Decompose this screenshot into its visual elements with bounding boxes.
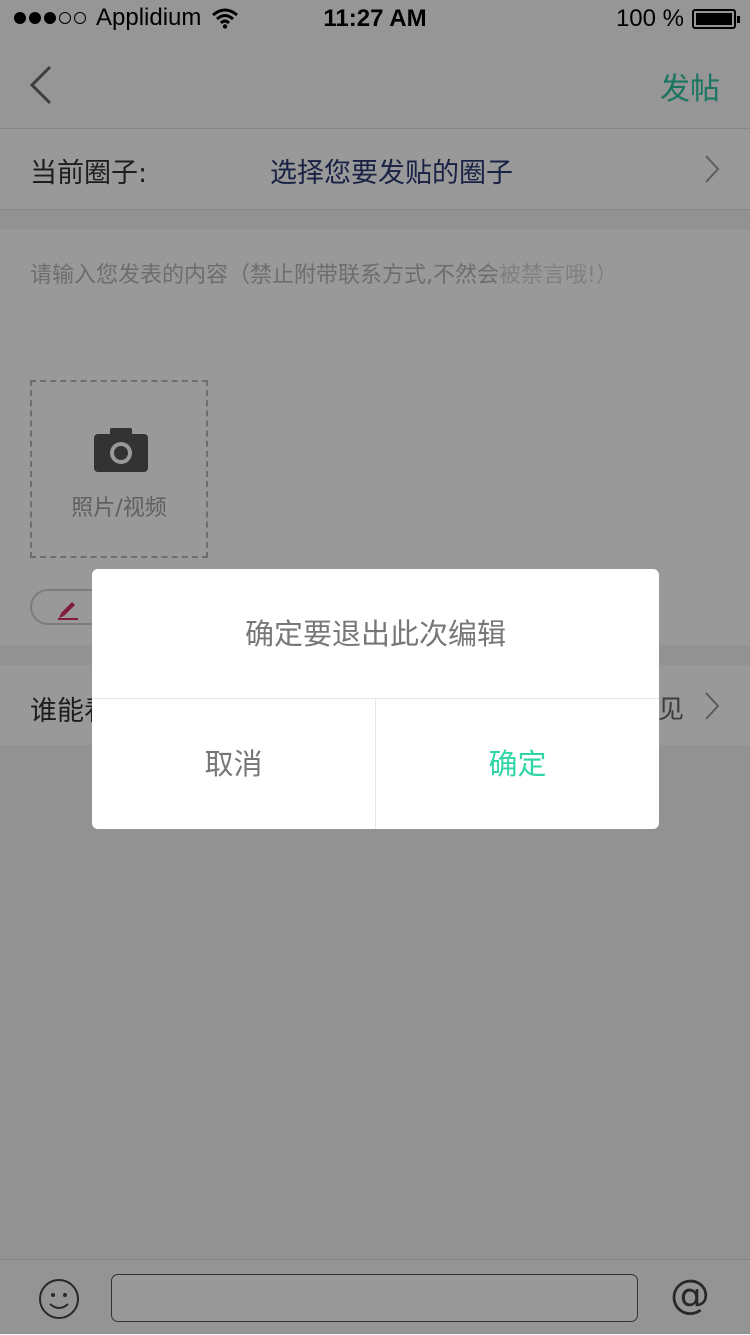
- cancel-button[interactable]: 取消: [92, 699, 376, 829]
- exit-confirm-dialog: 确定要退出此次编辑 取消 确定: [92, 569, 659, 829]
- dialog-message: 确定要退出此次编辑: [92, 569, 659, 699]
- compose-post-screen: Applidium 11:27 AM 100 % 发帖 当前圈子: 选择您要发贴…: [0, 0, 750, 1335]
- confirm-button[interactable]: 确定: [376, 699, 659, 829]
